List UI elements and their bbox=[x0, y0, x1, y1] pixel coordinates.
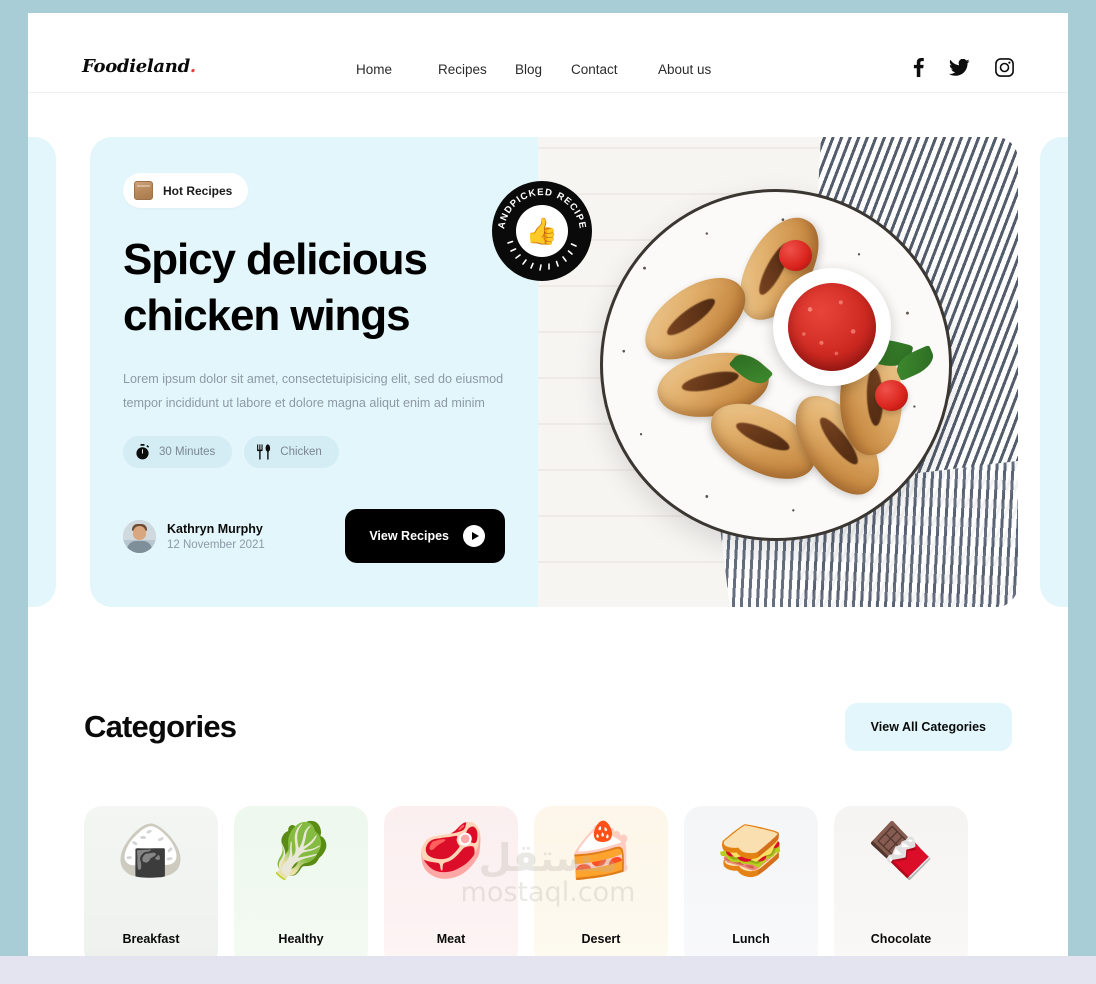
categories-header: Categories View All Categories bbox=[84, 703, 1012, 751]
plate bbox=[600, 189, 952, 541]
cooking-pan-icon bbox=[134, 181, 153, 200]
nav-item-recipes[interactable]: Recipes bbox=[438, 62, 515, 77]
hero-footer: Kathryn Murphy 12 November 2021 View Rec… bbox=[123, 509, 505, 563]
category-card-lunch[interactable]: 🥪 Lunch bbox=[684, 806, 818, 956]
view-recipes-button[interactable]: View Recipes bbox=[345, 509, 505, 563]
thumbs-up-icon: 👍 bbox=[516, 205, 568, 257]
chocolate-bar-icon: 🍫 bbox=[867, 821, 935, 881]
hero-content: Hot Recipes Spicy delicious chicken wing… bbox=[90, 137, 538, 607]
nav-item-about-us[interactable]: About us bbox=[658, 62, 738, 77]
nav-item-contact[interactable]: Contact bbox=[571, 62, 658, 77]
carousel-peek-prev[interactable] bbox=[28, 137, 56, 607]
cutlery-icon bbox=[257, 444, 271, 460]
avatar bbox=[123, 519, 156, 553]
meta-category-label: Chicken bbox=[280, 445, 322, 458]
hot-recipes-badge: Hot Recipes bbox=[123, 173, 249, 208]
category-label: Healthy bbox=[278, 932, 324, 946]
view-all-categories-button[interactable]: View All Categories bbox=[844, 703, 1012, 751]
meta-chip-category: Chicken bbox=[244, 435, 339, 468]
carousel-peek-next[interactable] bbox=[1040, 137, 1068, 607]
cake-slice-icon: 🍰 bbox=[567, 821, 635, 881]
categories-title: Categories bbox=[84, 709, 237, 744]
sauce-bowl bbox=[773, 268, 891, 386]
hot-recipes-label: Hot Recipes bbox=[163, 183, 233, 198]
main-navigation: Home Recipes Blog Contact About us bbox=[356, 62, 738, 77]
sandwich-icon: 🥪 bbox=[717, 821, 785, 881]
meta-chip-time: 30 Minutes bbox=[123, 435, 233, 468]
leafy-green-icon: 🥬 bbox=[267, 821, 335, 881]
author-name: Kathryn Murphy bbox=[167, 521, 263, 536]
meta-time-label: 30 Minutes bbox=[159, 445, 216, 458]
category-label: Breakfast bbox=[122, 932, 180, 946]
hero-carousel: Hot Recipes Spicy delicious chicken wing… bbox=[28, 93, 1068, 653]
rice-ball-icon: 🍙 bbox=[117, 821, 185, 881]
hero-description: Lorem ipsum dolor sit amet, consectetuip… bbox=[123, 371, 504, 411]
hero-title: Spicy delicious chicken wings bbox=[123, 235, 428, 341]
cherry-tomato bbox=[875, 380, 908, 411]
page-frame: Foodieland. Home Recipes Blog Contact Ab… bbox=[0, 0, 1096, 956]
hero-image-chicken-wings bbox=[538, 137, 1018, 607]
cherry-tomato bbox=[779, 240, 812, 271]
site-header: Foodieland. Home Recipes Blog Contact Ab… bbox=[28, 13, 1068, 93]
brand-logo[interactable]: Foodieland. bbox=[82, 56, 196, 77]
hero-card: Hot Recipes Spicy delicious chicken wing… bbox=[90, 137, 1018, 607]
category-card-chocolate[interactable]: 🍫 Chocolate bbox=[834, 806, 968, 956]
hero-meta-chips: 30 Minutes Chicken bbox=[123, 435, 508, 468]
category-label: Chocolate bbox=[870, 932, 932, 946]
category-label: Desert bbox=[581, 932, 621, 946]
instagram-icon[interactable] bbox=[995, 58, 1014, 77]
handpicked-recipes-stamp: HANDPICKED RECIPES bbox=[492, 181, 592, 281]
category-card-breakfast[interactable]: 🍙 Breakfast bbox=[84, 806, 218, 956]
category-card-meat[interactable]: 🥩 Meat bbox=[384, 806, 518, 956]
brand-name: Foodieland bbox=[82, 56, 190, 77]
category-label: Meat bbox=[436, 932, 466, 946]
stopwatch-icon bbox=[136, 443, 149, 460]
hero-author: Kathryn Murphy 12 November 2021 bbox=[123, 519, 265, 553]
nav-item-home[interactable]: Home bbox=[356, 62, 438, 77]
author-date: 12 November 2021 bbox=[167, 538, 265, 551]
steak-icon: 🥩 bbox=[417, 821, 485, 881]
categories-grid: 🍙 Breakfast 🥬 Healthy 🥩 Meat 🍰 Desert 🥪 … bbox=[84, 806, 1012, 956]
social-links bbox=[913, 58, 1014, 77]
facebook-icon[interactable] bbox=[913, 58, 924, 77]
category-card-healthy[interactable]: 🥬 Healthy bbox=[234, 806, 368, 956]
category-label: Lunch bbox=[732, 932, 770, 946]
brand-dot: . bbox=[189, 56, 196, 77]
play-icon bbox=[463, 525, 485, 547]
category-card-desert[interactable]: 🍰 Desert bbox=[534, 806, 668, 956]
nav-item-blog[interactable]: Blog bbox=[515, 62, 571, 77]
page-canvas: Foodieland. Home Recipes Blog Contact Ab… bbox=[28, 13, 1068, 956]
twitter-icon[interactable] bbox=[949, 58, 970, 77]
view-recipes-label: View Recipes bbox=[369, 529, 449, 543]
